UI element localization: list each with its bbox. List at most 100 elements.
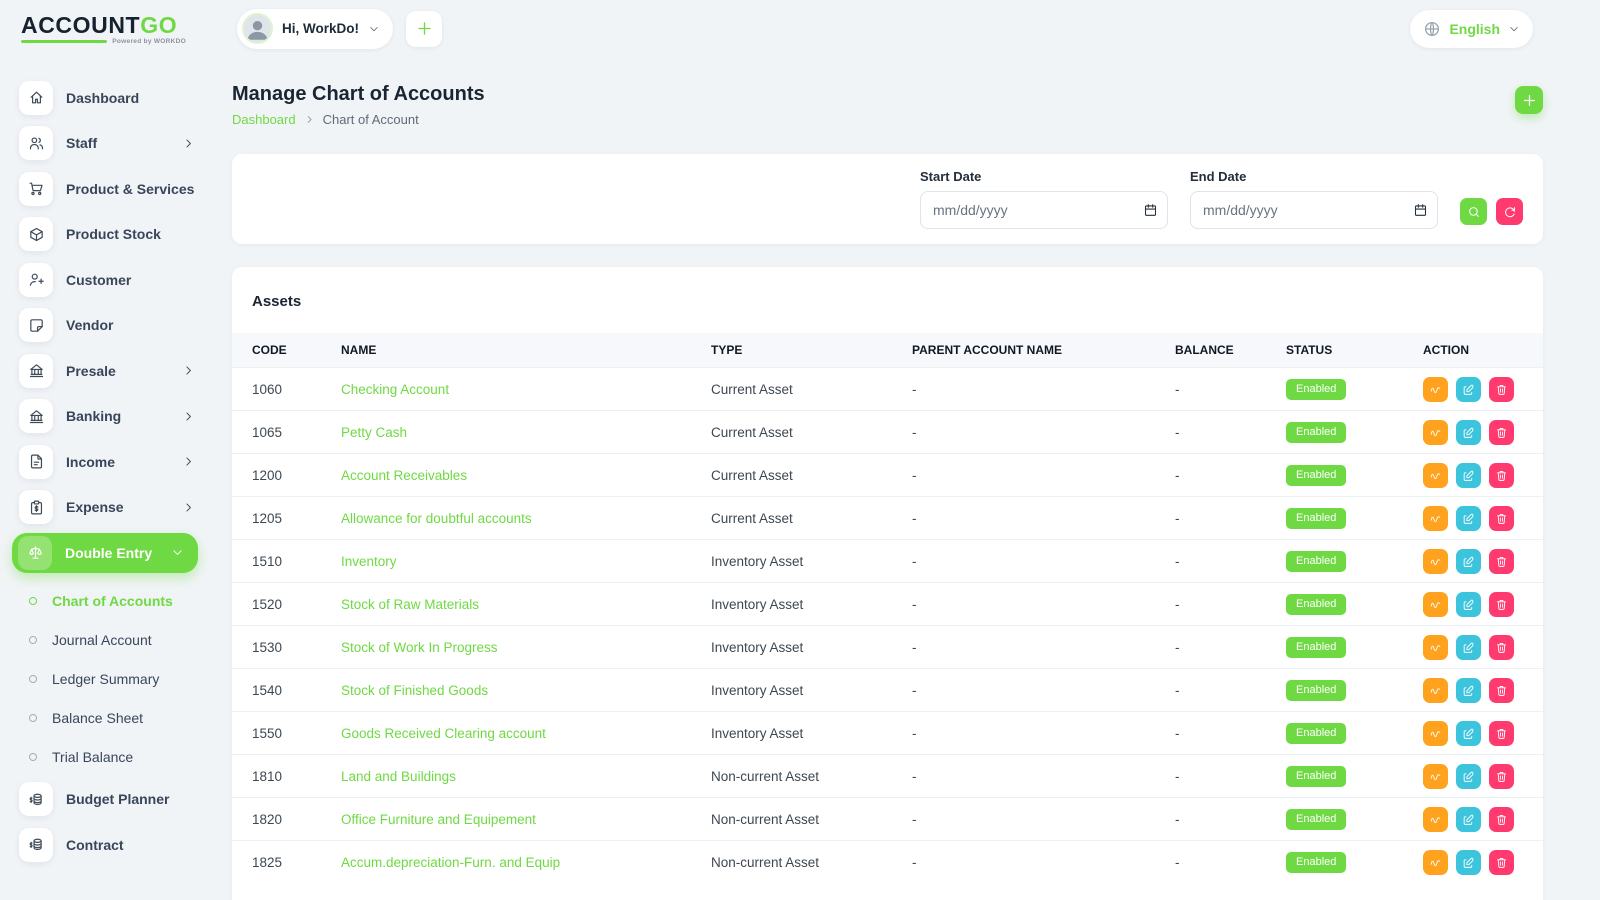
activity-button[interactable]	[1423, 635, 1448, 660]
delete-button[interactable]	[1489, 678, 1514, 703]
edit-button[interactable]	[1456, 592, 1481, 617]
activity-button[interactable]	[1423, 592, 1448, 617]
edit-button[interactable]	[1456, 549, 1481, 574]
delete-button[interactable]	[1489, 721, 1514, 746]
language-selector[interactable]: English	[1410, 10, 1533, 48]
sidebar-item-label: Budget Planner	[66, 791, 195, 807]
account-name-link[interactable]: Stock of Raw Materials	[341, 597, 479, 612]
delete-button[interactable]	[1489, 807, 1514, 832]
account-name-link[interactable]: Accum.depreciation-Furn. and Equip	[341, 855, 560, 870]
sidebar-item-banking[interactable]: Banking	[0, 394, 212, 440]
clipboard-dollar-icon	[28, 499, 45, 516]
edit-button[interactable]	[1456, 377, 1481, 402]
sidebar-item-dashboard[interactable]: Dashboard	[0, 75, 212, 121]
wave-icon	[1429, 383, 1442, 396]
parent-account-name: -	[912, 669, 1175, 712]
delete-button[interactable]	[1489, 506, 1514, 531]
account-name-link[interactable]: Inventory	[341, 554, 397, 569]
sidebar-item-vendor[interactable]: Vendor	[0, 303, 212, 349]
sidebar-item-label: Double Entry	[65, 545, 158, 561]
edit-button[interactable]	[1456, 506, 1481, 531]
activity-button[interactable]	[1423, 420, 1448, 445]
wave-icon	[1429, 598, 1442, 611]
delete-button[interactable]	[1489, 635, 1514, 660]
account-name-link[interactable]: Land and Buildings	[341, 769, 456, 784]
sidebar-subitem-balance-sheet[interactable]: Balance Sheet	[0, 699, 212, 738]
account-name-link[interactable]: Goods Received Clearing account	[341, 726, 546, 741]
sidebar-item-customer[interactable]: Customer	[0, 257, 212, 303]
account-name-link[interactable]: Account Receivables	[341, 468, 467, 483]
delete-button[interactable]	[1489, 850, 1514, 875]
header-add-button[interactable]	[406, 11, 442, 47]
delete-button[interactable]	[1489, 549, 1514, 574]
sidebar-subitem-trial-balance[interactable]: Trial Balance	[0, 738, 212, 777]
sidebar-item-staff[interactable]: Staff	[0, 121, 212, 167]
sidebar-subitem-label: Ledger Summary	[52, 671, 159, 687]
scales-icon	[27, 544, 44, 561]
activity-button[interactable]	[1423, 850, 1448, 875]
delete-button[interactable]	[1489, 377, 1514, 402]
table-row: 1200Account ReceivablesCurrent Asset--En…	[232, 454, 1543, 497]
trash-icon	[1495, 469, 1508, 482]
sidebar-item-presale[interactable]: Presale	[0, 348, 212, 394]
activity-button[interactable]	[1423, 463, 1448, 488]
delete-button[interactable]	[1489, 592, 1514, 617]
sidebar-item-contract[interactable]: Contract	[0, 822, 212, 868]
sidebar-item-product-stock[interactable]: Product Stock	[0, 212, 212, 258]
activity-button[interactable]	[1423, 506, 1448, 531]
account-type: Inventory Asset	[711, 712, 912, 755]
brand-logo-text: ACCOUNTGO	[21, 13, 212, 37]
sidebar-item-budget-planner[interactable]: Budget Planner	[0, 777, 212, 823]
start-date-input[interactable]	[920, 191, 1168, 229]
account-code: 1065	[232, 411, 341, 454]
trash-icon	[1495, 770, 1508, 783]
edit-button[interactable]	[1456, 850, 1481, 875]
reset-button[interactable]	[1496, 198, 1523, 225]
edit-button[interactable]	[1456, 764, 1481, 789]
delete-button[interactable]	[1489, 764, 1514, 789]
create-account-button[interactable]	[1515, 86, 1543, 114]
sidebar-subitem-label: Chart of Accounts	[52, 593, 173, 609]
edit-button[interactable]	[1456, 635, 1481, 660]
account-code: 1550	[232, 712, 341, 755]
sidebar-item-product-services[interactable]: Product & Services	[0, 166, 212, 212]
sidebar-subitem-ledger-summary[interactable]: Ledger Summary	[0, 660, 212, 699]
status-badge: Enabled	[1286, 379, 1346, 400]
delete-button[interactable]	[1489, 463, 1514, 488]
edit-button[interactable]	[1456, 678, 1481, 703]
activity-button[interactable]	[1423, 678, 1448, 703]
brand-logo[interactable]: ACCOUNTGO Powered by WORKDO	[0, 13, 212, 45]
activity-button[interactable]	[1423, 549, 1448, 574]
sidebar-item-expense[interactable]: Expense	[0, 485, 212, 531]
row-actions	[1423, 807, 1543, 832]
sidebar-subitem-chart-of-accounts[interactable]: Chart of Accounts	[0, 582, 212, 621]
account-name-link[interactable]: Stock of Work In Progress	[341, 640, 498, 655]
sidebar-item-double-entry[interactable]: Double Entry	[12, 533, 198, 573]
edit-button[interactable]	[1456, 721, 1481, 746]
end-date-input[interactable]	[1190, 191, 1438, 229]
search-icon	[1467, 205, 1481, 219]
edit-button[interactable]	[1456, 807, 1481, 832]
row-actions	[1423, 463, 1543, 488]
account-name-link[interactable]: Petty Cash	[341, 425, 407, 440]
edit-button[interactable]	[1456, 420, 1481, 445]
activity-button[interactable]	[1423, 807, 1448, 832]
activity-button[interactable]	[1423, 721, 1448, 746]
account-name-link[interactable]: Office Furniture and Equipement	[341, 812, 536, 827]
edit-button[interactable]	[1456, 463, 1481, 488]
sidebar-subitem-journal-account[interactable]: Journal Account	[0, 621, 212, 660]
table-row: 1520Stock of Raw MaterialsInventory Asse…	[232, 583, 1543, 626]
sidebar-item-income[interactable]: Income	[0, 439, 212, 485]
account-name-link[interactable]: Checking Account	[341, 382, 449, 397]
activity-button[interactable]	[1423, 377, 1448, 402]
delete-button[interactable]	[1489, 420, 1514, 445]
search-button[interactable]	[1460, 198, 1487, 225]
profile-menu[interactable]: Hi, WorkDo!	[237, 9, 393, 49]
breadcrumb-dashboard-link[interactable]: Dashboard	[232, 112, 296, 127]
account-name-link[interactable]: Stock of Finished Goods	[341, 683, 488, 698]
account-code: 1520	[232, 583, 341, 626]
account-name-link[interactable]: Allowance for doubtful accounts	[341, 511, 532, 526]
end-date-wrap	[1190, 191, 1438, 229]
account-type: Current Asset	[711, 454, 912, 497]
activity-button[interactable]	[1423, 764, 1448, 789]
